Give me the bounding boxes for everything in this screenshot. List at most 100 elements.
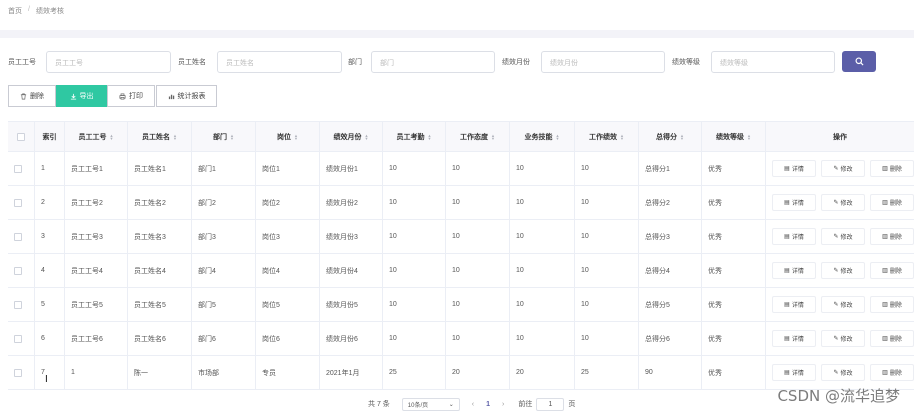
emp-name-input[interactable]: 员工姓名: [217, 51, 342, 73]
trash-icon: [20, 93, 27, 99]
row-select[interactable]: [8, 152, 35, 185]
edit-button[interactable]: ✎ 修改: [821, 330, 865, 347]
checkbox[interactable]: [14, 266, 22, 275]
document-icon: ▤: [784, 268, 790, 274]
edit-button[interactable]: ✎ 修改: [821, 160, 865, 177]
row-select[interactable]: [8, 322, 35, 355]
export-button[interactable]: 导出: [56, 85, 107, 107]
cell-department: 市场部: [192, 356, 256, 389]
row-delete-button[interactable]: ▥ 删除: [870, 296, 914, 313]
search-button[interactable]: [842, 51, 876, 72]
checkbox[interactable]: [14, 198, 22, 207]
header-month[interactable]: 绩效月份 ▲ ▼: [320, 122, 383, 151]
cell-attendance: 10: [383, 254, 446, 287]
edit-icon: ✎: [833, 234, 839, 240]
header-attitude[interactable]: 工作态度 ▲ ▼: [446, 122, 510, 151]
cell-emp-no: 员工工号3: [65, 220, 128, 253]
detail-button[interactable]: ▤ 详情: [772, 228, 816, 245]
sort-icon[interactable]: ▲ ▼: [173, 133, 177, 140]
row-select[interactable]: [8, 220, 35, 253]
row-select[interactable]: [8, 288, 35, 321]
grade-input[interactable]: 绩效等级: [711, 51, 835, 73]
delete-button[interactable]: 删除: [8, 85, 56, 107]
sort-icon[interactable]: ▲ ▼: [680, 133, 684, 140]
breadcrumb-home[interactable]: 首页: [8, 6, 22, 16]
edit-icon: ✎: [833, 166, 839, 172]
sort-icon[interactable]: ▲ ▼: [365, 133, 369, 140]
detail-button[interactable]: ▤ 详情: [772, 262, 816, 279]
row-delete-button[interactable]: ▥ 删除: [870, 228, 914, 245]
sort-icon[interactable]: ▲ ▼: [230, 133, 234, 140]
detail-button[interactable]: ▤ 详情: [772, 194, 816, 211]
checkbox[interactable]: [17, 132, 25, 141]
header-emp-no[interactable]: 员工工号 ▲ ▼: [65, 122, 128, 151]
sort-icon[interactable]: ▲ ▼: [110, 133, 114, 140]
cell-attitude: 10: [446, 288, 510, 321]
header-post[interactable]: 岗位 ▲ ▼: [256, 122, 320, 151]
page-nav: ‹ 1 ›: [472, 401, 505, 408]
sort-icon[interactable]: ▲ ▼: [620, 133, 624, 140]
sort-icon[interactable]: ▲ ▼: [428, 133, 432, 140]
header-emp-name[interactable]: 员工姓名 ▲ ▼: [128, 122, 192, 151]
header-department[interactable]: 部门 ▲ ▼: [192, 122, 256, 151]
sort-icon[interactable]: ▲ ▼: [556, 133, 560, 140]
table-row: 2 员工工号2 员工姓名2 部门2 岗位2 绩效月份2 10 10 10 10 总得分2 优秀 ▤ 详情…: [8, 186, 914, 220]
header-attendance[interactable]: 员工考勤 ▲ ▼: [383, 122, 446, 151]
report-button[interactable]: 统计报表: [156, 85, 217, 107]
detail-button[interactable]: ▤ 详情: [772, 160, 816, 177]
cell-attendance: 10: [383, 220, 446, 253]
checkbox[interactable]: [14, 300, 22, 309]
edit-button[interactable]: ✎ 修改: [821, 364, 865, 381]
cell-emp-name: 员工姓名6: [128, 322, 192, 355]
edit-button[interactable]: ✎ 修改: [821, 262, 865, 279]
cell-index: 4: [35, 254, 65, 287]
goto-input[interactable]: 1: [536, 397, 565, 411]
prev-page-icon[interactable]: ‹: [472, 401, 474, 408]
edit-icon: ✎: [833, 370, 839, 376]
sort-icon[interactable]: ▲ ▼: [747, 133, 751, 140]
row-delete-button[interactable]: ▥ 删除: [870, 194, 914, 211]
row-select[interactable]: [8, 186, 35, 219]
header-grade[interactable]: 绩效等级 ▲ ▼: [702, 122, 766, 151]
document-icon: ▤: [784, 336, 790, 342]
detail-button[interactable]: ▤ 详情: [772, 296, 816, 313]
cell-skill: 10: [510, 220, 575, 253]
table-header: 索引 员工工号 ▲ ▼ 员工姓名 ▲ ▼ 部门 ▲ ▼ 岗位 ▲ ▼ 绩效月份 ▲ ▼ 员工考勤 ▲ ▼…: [8, 122, 914, 152]
department-input[interactable]: 部门: [371, 51, 495, 73]
header-select-all[interactable]: [8, 122, 35, 151]
edit-button[interactable]: ✎ 修改: [821, 296, 865, 313]
row-delete-button[interactable]: ▥ 删除: [870, 330, 914, 347]
cell-emp-no: 员工工号1: [65, 152, 128, 185]
cell-attitude: 10: [446, 186, 510, 219]
detail-button[interactable]: ▤ 详情: [772, 330, 816, 347]
month-input[interactable]: 绩效月份: [541, 51, 665, 73]
sort-icon[interactable]: ▲ ▼: [294, 133, 298, 140]
print-button[interactable]: 打印: [107, 85, 155, 107]
sort-icon[interactable]: ▲ ▼: [491, 133, 495, 140]
row-delete-button[interactable]: ▥ 删除: [870, 160, 914, 177]
table-row: 4 员工工号4 员工姓名4 部门4 岗位4 绩效月份4 10 10 10 10 总得分4 优秀 ▤ 详情…: [8, 254, 914, 288]
cell-month: 绩效月份3: [320, 220, 383, 253]
checkbox[interactable]: [14, 368, 22, 377]
header-skill[interactable]: 业务技能 ▲ ▼: [510, 122, 575, 151]
page-number-current[interactable]: 1: [486, 401, 490, 408]
detail-button[interactable]: ▤ 详情: [772, 364, 816, 381]
trash-icon: ▥: [882, 336, 888, 342]
row-delete-button[interactable]: ▥ 删除: [870, 364, 914, 381]
cell-attendance: 10: [383, 152, 446, 185]
row-actions: ▤ 详情 ✎ 修改 ▥ 删除: [766, 288, 914, 321]
row-select[interactable]: [8, 254, 35, 287]
header-total-score[interactable]: 总得分 ▲ ▼: [639, 122, 702, 151]
checkbox[interactable]: [14, 334, 22, 343]
next-page-icon[interactable]: ›: [502, 401, 504, 408]
header-performance[interactable]: 工作绩效 ▲ ▼: [575, 122, 639, 151]
edit-button[interactable]: ✎ 修改: [821, 228, 865, 245]
edit-button[interactable]: ✎ 修改: [821, 194, 865, 211]
page-size-select[interactable]: 10条/页 ⌄: [401, 397, 460, 411]
emp-no-input[interactable]: 员工工号: [46, 51, 171, 73]
search-icon: [854, 57, 864, 66]
row-select[interactable]: [8, 356, 35, 389]
row-delete-button[interactable]: ▥ 删除: [870, 262, 914, 279]
checkbox[interactable]: [14, 232, 22, 241]
checkbox[interactable]: [14, 164, 22, 173]
